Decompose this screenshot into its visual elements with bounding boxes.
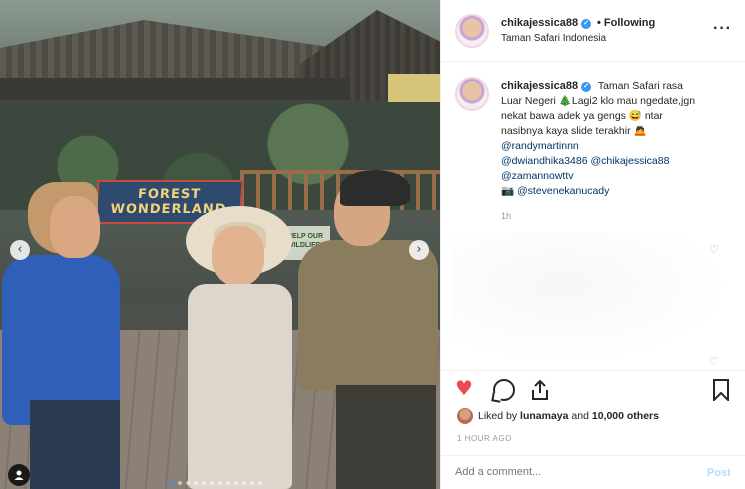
caption-username[interactable]: chikajessica88 ✓	[501, 80, 592, 92]
photo-beam	[0, 78, 350, 100]
caption-avatar[interactable]	[455, 77, 489, 111]
liker-username[interactable]: lunamaya	[520, 410, 568, 422]
verified-badge-icon: ✓	[581, 19, 592, 29]
person-middle-face	[212, 226, 264, 286]
carousel-prev-button[interactable]: ‹	[10, 240, 30, 260]
caption-text: chikajessica88 ✓ Taman Safari rasa Luar N…	[501, 79, 701, 199]
person-middle-overalls	[188, 284, 292, 489]
comment-bar: Post	[441, 455, 745, 489]
likes-and: and	[571, 410, 589, 422]
mention-link[interactable]: @randymartinnn	[501, 140, 579, 152]
sign-line-1: FOREST	[137, 187, 202, 202]
mention-link[interactable]: @stevenekanucady	[517, 185, 609, 197]
post-comment-button[interactable]: Post	[707, 467, 731, 479]
carousel-dot	[194, 481, 198, 485]
carousel-dot	[170, 481, 174, 485]
comment-bubble-icon[interactable]	[493, 379, 515, 401]
camera-icon: 📷	[501, 185, 515, 197]
person-left-legs	[30, 400, 120, 489]
photo-sign-yellow	[388, 74, 440, 102]
person-right-cap	[340, 170, 410, 206]
carousel-dot	[202, 481, 206, 485]
mention-link[interactable]: @chikajessica88	[590, 155, 669, 167]
person-right-shirt	[298, 240, 438, 390]
carousel-next-button[interactable]: ›	[409, 240, 429, 260]
user-icon	[14, 470, 24, 480]
carousel-dot	[250, 481, 254, 485]
header-username[interactable]: chikajessica88 ✓	[501, 17, 592, 29]
liker-avatar[interactable]	[457, 408, 473, 424]
comment-like-icon[interactable]: ♡	[709, 243, 719, 256]
carousel-dot	[218, 481, 222, 485]
likes-line: Liked by lunamaya and 10,000 others	[457, 408, 659, 424]
post-photo[interactable]: FOREST WONDERLAND HELP OUR WILDLIFE ‹ ›	[0, 0, 440, 489]
follow-status[interactable]: • Following	[597, 17, 655, 29]
tagged-people-button[interactable]	[8, 464, 30, 486]
verified-badge-icon: ✓	[581, 82, 592, 92]
mention-link[interactable]: @zamannowttv	[501, 170, 574, 182]
comment-input[interactable]	[455, 466, 685, 478]
bookmark-icon[interactable]	[713, 379, 729, 403]
carousel-indicator	[170, 481, 262, 485]
person-left-face	[50, 196, 100, 258]
save-bookmark-icon	[713, 379, 729, 403]
mention-link[interactable]: @dwiandhika3486	[501, 155, 588, 167]
liked-by-label: Liked by	[478, 410, 518, 422]
location-link[interactable]: Taman Safari Indonesia	[501, 33, 606, 44]
post-timestamp: 1 HOUR AGO	[457, 434, 512, 443]
comment-like-icon[interactable]: ♡	[709, 355, 719, 368]
post-side-panel: chikajessica88 ✓ • Following Taman Safari…	[440, 0, 745, 489]
separator-dot: •	[597, 17, 601, 29]
person-right-legs	[336, 385, 436, 489]
carousel-dot	[210, 481, 214, 485]
share-arrow-icon	[532, 379, 548, 400]
carousel-dot	[258, 481, 262, 485]
post-actions: ♥	[441, 370, 745, 408]
carousel-dot	[226, 481, 230, 485]
caption-time: 1h	[501, 211, 512, 221]
avatar[interactable]	[455, 14, 489, 48]
like-heart-icon[interactable]: ♥	[455, 376, 473, 400]
more-options-icon[interactable]: ···	[713, 20, 732, 38]
carousel-dot	[178, 481, 182, 485]
carousel-dot	[186, 481, 190, 485]
carousel-dot	[242, 481, 246, 485]
likes-count-link[interactable]: 10,000 others	[592, 410, 659, 422]
caption-section: chikajessica88 ✓ Taman Safari rasa Luar N…	[441, 63, 745, 370]
following-button[interactable]: Following	[604, 17, 655, 29]
share-icon[interactable]	[529, 379, 551, 401]
carousel-dot	[234, 481, 238, 485]
post-header: chikajessica88 ✓ • Following Taman Safari…	[441, 0, 745, 62]
comments-area	[451, 233, 731, 363]
